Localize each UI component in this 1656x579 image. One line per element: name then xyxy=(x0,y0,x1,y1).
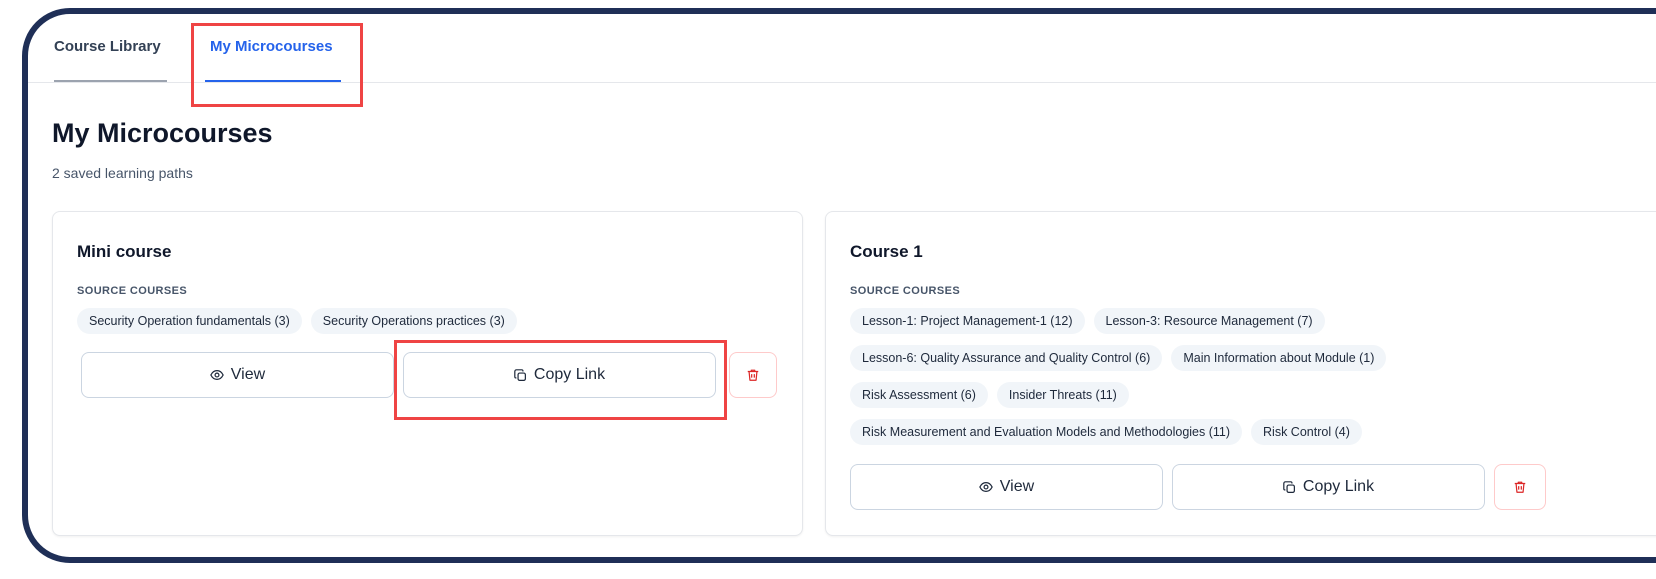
copy-link-button[interactable]: Copy Link xyxy=(403,352,716,398)
source-course-chip: Risk Control (4) xyxy=(1251,419,1362,445)
view-button[interactable]: View xyxy=(850,464,1163,510)
tab-label: Course Library xyxy=(54,38,161,55)
microcourse-card: Mini course SOURCE COURSES Security Oper… xyxy=(52,211,803,536)
card-title: Course 1 xyxy=(850,242,923,261)
copy-link-button-label: Copy Link xyxy=(533,366,606,383)
tab-course-library[interactable]: Course Library xyxy=(54,38,167,82)
trash-icon xyxy=(746,368,760,382)
view-button-label: View xyxy=(230,366,266,383)
copy-icon xyxy=(514,368,527,382)
source-course-chip: Risk Measurement and Evaluation Models a… xyxy=(850,419,1243,445)
source-course-chip: Main Information about Module (1) xyxy=(1171,345,1387,371)
copy-link-button-label: Copy Link xyxy=(1302,478,1375,495)
tab-my-microcourses[interactable]: My Microcourses xyxy=(205,38,341,82)
source-course-chip: Lesson-1: Project Management-1 (12) xyxy=(850,308,1085,334)
copy-icon xyxy=(1283,480,1296,494)
source-courses-label: SOURCE COURSES xyxy=(77,285,188,297)
eye-icon xyxy=(978,480,993,494)
tab-label: My Microcourses xyxy=(210,38,333,55)
copy-link-button[interactable]: Copy Link xyxy=(1172,464,1485,510)
page-title: My Microcourses xyxy=(52,118,273,148)
delete-button[interactable] xyxy=(729,352,777,398)
delete-button[interactable] xyxy=(1494,464,1546,510)
source-course-chip: Risk Assessment (6) xyxy=(850,382,988,408)
source-course-chip: Security Operations practices (3) xyxy=(310,308,517,334)
source-course-chip: Lesson-6: Quality Assurance and Quality … xyxy=(850,345,1163,371)
microcourse-card: Course 1 SOURCE COURSES Lesson-1: Projec… xyxy=(825,211,1656,536)
page-subtitle: 2 saved learning paths xyxy=(52,165,193,181)
tab-bar: Course Library My Microcourses xyxy=(28,14,1656,83)
eye-icon xyxy=(209,368,224,382)
card-title: Mini course xyxy=(77,242,172,261)
source-course-list: Security Operation fundamentals (3) Secu… xyxy=(77,308,717,345)
trash-icon xyxy=(1513,480,1527,494)
source-course-chip: Insider Threats (11) xyxy=(996,382,1129,408)
view-button-label: View xyxy=(999,478,1035,495)
source-courses-label: SOURCE COURSES xyxy=(850,285,961,297)
source-course-chip: Lesson-3: Resource Management (7) xyxy=(1093,308,1325,334)
source-course-list: Lesson-1: Project Management-1 (12) Less… xyxy=(850,308,1650,456)
app-window: Course Library My Microcourses My Microc… xyxy=(22,8,1656,563)
source-course-chip: Security Operation fundamentals (3) xyxy=(77,308,302,334)
view-button[interactable]: View xyxy=(81,352,394,398)
